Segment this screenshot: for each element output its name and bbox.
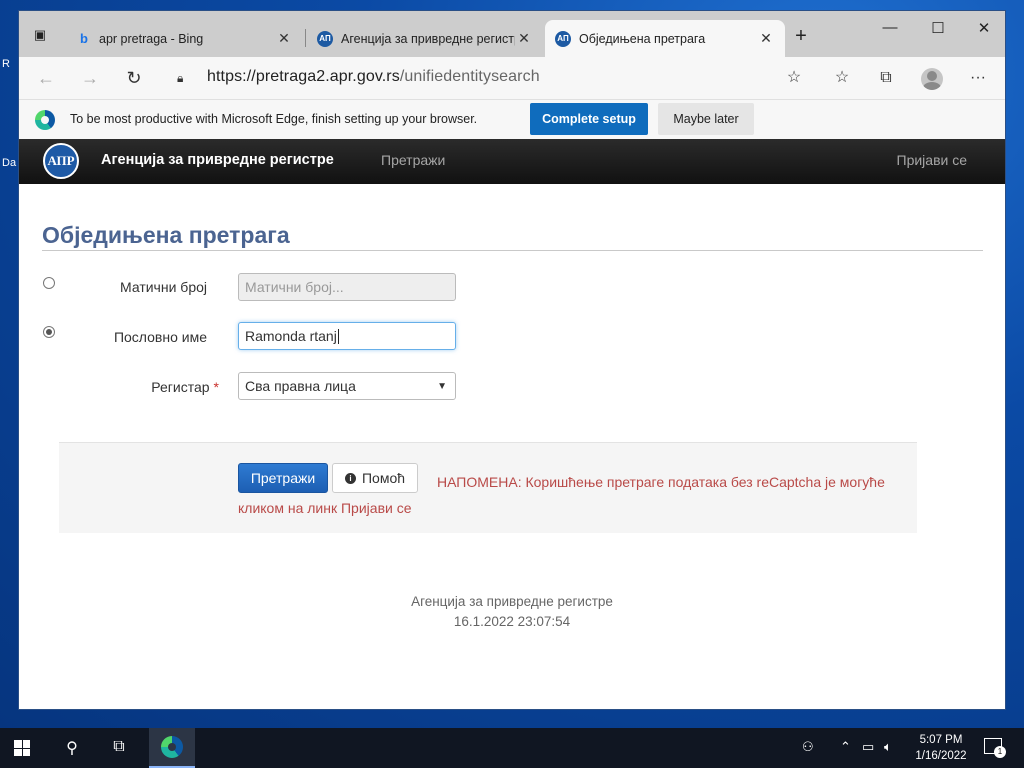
registry-selected-value: Сва правна лица	[245, 378, 356, 394]
setup-infobar: To be most productive with Microsoft Edg…	[19, 99, 1005, 140]
lock-icon[interactable]: 🔒︎	[177, 71, 183, 86]
tab-title: Обједињена претрага	[579, 31, 706, 46]
minimize-icon[interactable]: —	[875, 19, 905, 36]
footer-org: Агенција за привредне регистре	[411, 594, 613, 609]
tab-unified-search[interactable]: АП Обједињена претрага ✕	[545, 20, 785, 57]
taskbar-clock[interactable]: 5:07 PM 1/16/2022	[906, 732, 976, 764]
required-marker: *	[213, 379, 219, 395]
footer-datetime: 16.1.2022 23:07:54	[453, 614, 571, 629]
tab-bing[interactable]: b apr pretraga - Bing ✕	[67, 20, 303, 57]
site-navbar: АПР Агенција за привредне регистре Претр…	[19, 139, 1005, 184]
task-view-icon[interactable]: ⧉	[108, 738, 130, 756]
edge-logo-icon	[35, 110, 55, 130]
registry-select[interactable]: Сва правна лица ▼	[238, 372, 456, 400]
page-title: Обједињена претрага	[42, 222, 290, 248]
taskbar-edge-button[interactable]	[149, 728, 195, 768]
bing-icon: b	[80, 31, 88, 46]
registry-label: Регистар *	[49, 379, 219, 395]
apr-icon: АП	[317, 30, 333, 47]
forward-icon[interactable]: →	[77, 67, 103, 89]
favorites-icon[interactable]: ☆	[831, 68, 853, 88]
business-name-label: Пословно име	[113, 329, 207, 345]
add-favorite-icon[interactable]: ☆	[783, 68, 805, 88]
close-tab-icon[interactable]: ✕	[515, 30, 533, 47]
volume-icon[interactable]: 🔈︎	[884, 739, 892, 755]
collections-icon[interactable]: ⧉	[875, 68, 897, 88]
recaptcha-note: НАПОМЕНА: Коришћење претраге података бе…	[238, 474, 885, 516]
more-options-icon[interactable]: ···	[967, 68, 989, 88]
clock-time: 5:07 PM	[919, 734, 963, 746]
close-tab-icon[interactable]: ✕	[275, 30, 293, 47]
network-icon[interactable]: ▭	[862, 739, 874, 755]
nav-login-link[interactable]: Пријави се	[897, 152, 968, 168]
url-host: https://pretraga2.apr.gov.rs	[207, 68, 400, 85]
search-icon[interactable]: ⚲	[61, 738, 83, 758]
tab-title: Агенција за привредне регистр	[341, 31, 515, 46]
close-tab-icon[interactable]: ✕	[757, 30, 775, 47]
title-divider	[42, 250, 983, 251]
text-caret	[337, 328, 339, 344]
edge-icon	[161, 736, 183, 758]
maybe-later-button[interactable]: Maybe later	[658, 103, 754, 135]
address-bar[interactable]: https://pretraga2.apr.gov.rs/unifiedenti…	[207, 68, 540, 86]
registration-number-label: Матични број	[120, 279, 207, 295]
profile-avatar[interactable]	[921, 68, 943, 90]
infobar-message: To be most productive with Microsoft Edg…	[70, 112, 478, 126]
browser-toolbar: ← → ↻ 🔒︎ https://pretraga2.apr.gov.rs/un…	[19, 57, 1005, 99]
notification-count: 1	[994, 746, 1006, 758]
desktop-icon-fragment: Da	[2, 157, 17, 169]
refresh-icon[interactable]: ↻	[121, 67, 147, 89]
taskbar: ⚲ ⧉ ⚇ ⌃ ▭ 🔈︎ 5:07 PM 1/16/2022 1	[0, 728, 1024, 768]
business-name-input[interactable]: Ramonda rtanj	[238, 322, 456, 350]
page-footer: Агенција за привредне регистре 16.1.2022…	[19, 592, 1005, 632]
apr-icon: АП	[555, 30, 571, 47]
chevron-up-icon[interactable]: ⌃	[840, 739, 851, 755]
url-path: /unifiedentitysearch	[399, 68, 540, 85]
chevron-down-icon: ▼	[437, 381, 447, 392]
windows-start-icon[interactable]	[14, 740, 30, 756]
registry-label-text: Регистар	[151, 379, 210, 395]
clock-date: 1/16/2022	[915, 750, 967, 762]
browser-window: ▣ b apr pretraga - Bing ✕ АП Агенција за…	[18, 10, 1006, 710]
maximize-icon[interactable]: ☐	[923, 19, 953, 37]
tab-title: apr pretraga - Bing	[99, 31, 204, 46]
close-window-icon[interactable]: ✕	[969, 19, 999, 37]
site-name[interactable]: Агенција за привредне регистре	[101, 152, 334, 168]
tab-separator	[305, 29, 306, 47]
nav-search-link[interactable]: Претражи	[381, 152, 445, 168]
complete-setup-button[interactable]: Complete setup	[530, 103, 648, 135]
tab-actions-icon[interactable]: ▣	[29, 25, 51, 45]
registration-number-input[interactable]: Матични број...	[238, 273, 456, 301]
business-name-value: Ramonda rtanj	[245, 328, 337, 344]
people-icon[interactable]: ⚇	[802, 739, 814, 755]
apr-logo[interactable]: АПР	[43, 143, 79, 179]
back-icon[interactable]: ←	[33, 67, 59, 89]
action-panel: Претражи i Помоћ НАПОМЕНА: Коришћење прет…	[59, 442, 917, 533]
tab-strip: ▣ b apr pretraga - Bing ✕ АП Агенција за…	[19, 11, 1005, 57]
tab-apr[interactable]: АП Агенција за привредне регистр ✕	[307, 20, 543, 57]
new-tab-icon[interactable]: +	[791, 25, 811, 48]
desktop-icon-fragment: R	[2, 58, 10, 70]
